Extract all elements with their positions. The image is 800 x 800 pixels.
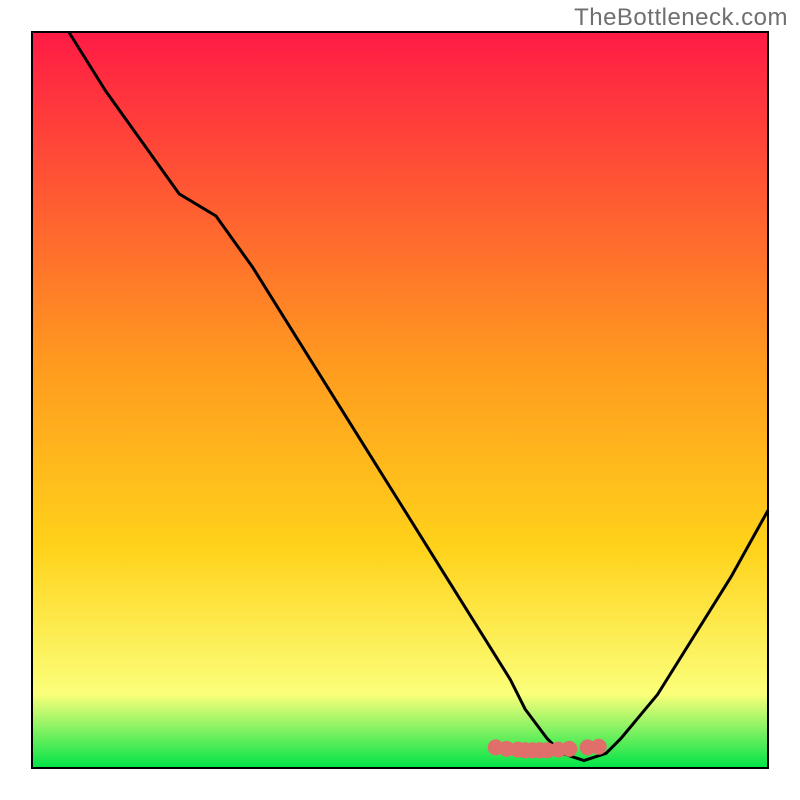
dot	[591, 739, 607, 755]
bottleneck-chart	[0, 0, 800, 800]
dot	[561, 741, 577, 757]
